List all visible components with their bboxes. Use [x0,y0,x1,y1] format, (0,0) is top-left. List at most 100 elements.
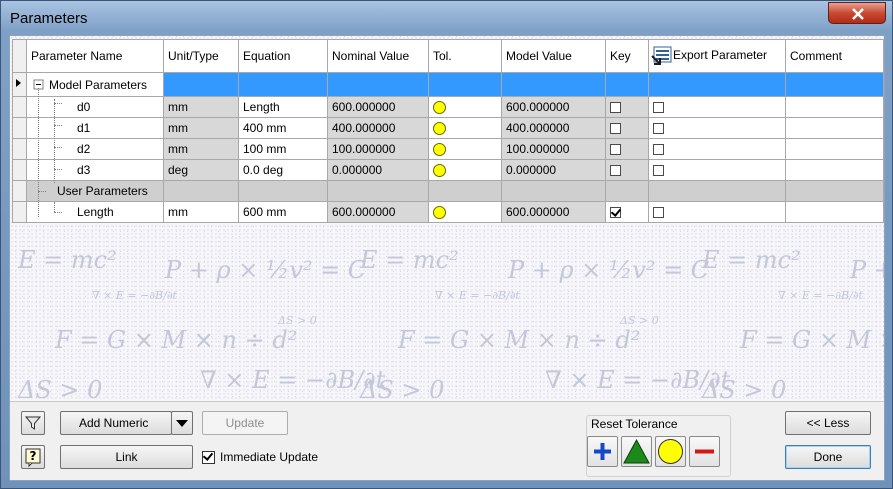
collapse-icon[interactable] [33,79,47,91]
param-equation[interactable]: 400 mm [238,117,328,139]
param-unit[interactable]: mm [163,96,239,118]
reset-upper-tolerance-button[interactable] [587,436,618,467]
col-equation[interactable]: Equation [238,39,328,73]
add-numeric-button[interactable]: Add Numeric [60,411,172,435]
param-equation[interactable]: 600 mm [238,201,328,223]
tolerance-circle-icon[interactable] [433,122,446,136]
tolerance-circle-icon[interactable] [433,206,446,220]
key-checkbox[interactable] [610,165,621,177]
param-equation[interactable]: 100 mm [238,138,328,160]
param-export[interactable] [648,201,786,223]
col-key[interactable]: Key [605,39,649,73]
param-tolerance[interactable] [428,138,502,160]
group-row-user-parameters[interactable]: User Parameters [12,180,884,202]
param-name[interactable]: d2 [26,138,164,160]
row-selector[interactable] [12,72,27,97]
reset-nominal-tolerance-button[interactable] [655,436,686,467]
close-button[interactable] [828,2,886,24]
param-unit[interactable]: deg [163,159,239,181]
immediate-update-checkbox[interactable] [202,451,215,464]
param-comment[interactable] [785,159,884,181]
param-nominal: 0.000000 [327,159,429,181]
key-checkbox[interactable] [610,123,621,135]
key-checkbox[interactable] [610,144,621,156]
param-name[interactable]: Length [26,201,164,223]
param-export[interactable] [648,117,786,139]
param-key[interactable] [605,96,649,118]
param-unit[interactable]: mm [163,138,239,160]
col-comment[interactable]: Comment [785,39,884,73]
table-row[interactable]: d2 mm 100 mm 100.000000 100.000000 [12,138,884,160]
param-model: 400.000000 [501,117,606,139]
tree-line [38,88,39,217]
dialog-body: E = mc² P + ρ × ½v² = C E = mc² P + ρ × … [9,35,885,481]
done-button[interactable]: Done [785,445,871,469]
param-key[interactable] [605,201,649,223]
add-numeric-dropdown[interactable] [171,411,193,435]
param-tolerance[interactable] [428,201,502,223]
help-button[interactable]: ? [21,445,45,469]
export-checkbox[interactable] [653,165,664,177]
col-export-parameter[interactable]: Export Parameter [648,39,786,73]
group-label[interactable]: User Parameters [26,180,164,202]
param-name[interactable]: d0 [26,96,164,118]
tolerance-circle-icon[interactable] [433,101,446,115]
filter-button[interactable] [21,411,45,435]
param-comment[interactable] [785,138,884,160]
col-nominal-value[interactable]: Nominal Value [327,39,429,73]
table-row[interactable]: d1 mm 400 mm 400.000000 400.000000 [12,117,884,139]
link-button[interactable]: Link [60,445,193,469]
export-checkbox[interactable] [653,144,664,156]
param-comment[interactable] [785,96,884,118]
param-tolerance[interactable] [428,159,502,181]
param-comment[interactable] [785,117,884,139]
table-row[interactable]: Length mm 600 mm 600.000000 600.000000 [12,201,884,223]
param-key[interactable] [605,159,649,181]
parameters-window: Parameters E = mc² P + ρ × ½v² = C E = m… [0,0,893,489]
param-unit[interactable]: mm [163,201,239,223]
param-unit[interactable]: mm [163,117,239,139]
filter-icon [24,416,42,430]
col-model-value[interactable]: Model Value [501,39,606,73]
tree-line [54,169,62,170]
param-tolerance[interactable] [428,117,502,139]
immediate-update-label: Immediate Update [220,450,319,464]
param-equation[interactable]: Length [238,96,328,118]
row-header-corner [12,39,27,73]
export-checkbox[interactable] [653,207,664,219]
col-parameter-name[interactable]: Parameter Name [26,39,164,73]
param-export[interactable] [648,138,786,160]
param-tolerance[interactable] [428,96,502,118]
param-export[interactable] [648,96,786,118]
param-nominal: 400.000000 [327,117,429,139]
col-tolerance[interactable]: Tol. [428,39,502,73]
export-checkbox[interactable] [653,123,664,135]
param-export[interactable] [648,159,786,181]
export-icon [651,46,672,65]
tolerance-circle-icon[interactable] [433,164,446,178]
group-label-cell[interactable]: Model Parameters [26,72,164,97]
col-unit-type[interactable]: Unit/Type [163,39,239,73]
reset-median-tolerance-button[interactable] [621,436,652,467]
param-equation[interactable]: 0.0 deg [238,159,328,181]
update-button[interactable]: Update [202,411,288,435]
param-key[interactable] [605,138,649,160]
table-row[interactable]: d3 deg 0.0 deg 0.000000 0.000000 [12,159,884,181]
key-checkbox[interactable] [610,207,621,219]
param-comment[interactable] [785,201,884,223]
group-row-model-parameters[interactable]: Model Parameters [12,72,884,97]
param-name[interactable]: d1 [26,117,164,139]
key-checkbox[interactable] [610,102,621,114]
param-model: 100.000000 [501,138,606,160]
table-header-row: Parameter Name Unit/Type Equation Nomina… [12,39,884,73]
param-nominal: 600.000000 [327,96,429,118]
param-name[interactable]: d3 [26,159,164,181]
reset-lower-tolerance-button[interactable] [689,436,720,467]
tolerance-circle-icon[interactable] [433,143,446,157]
less-button[interactable]: << Less [785,411,871,435]
param-key[interactable] [605,117,649,139]
export-checkbox[interactable] [653,102,664,114]
tree-line [38,191,46,192]
table-row[interactable]: d0 mm Length 600.000000 600.000000 [12,96,884,118]
svg-text:?: ? [30,449,37,463]
